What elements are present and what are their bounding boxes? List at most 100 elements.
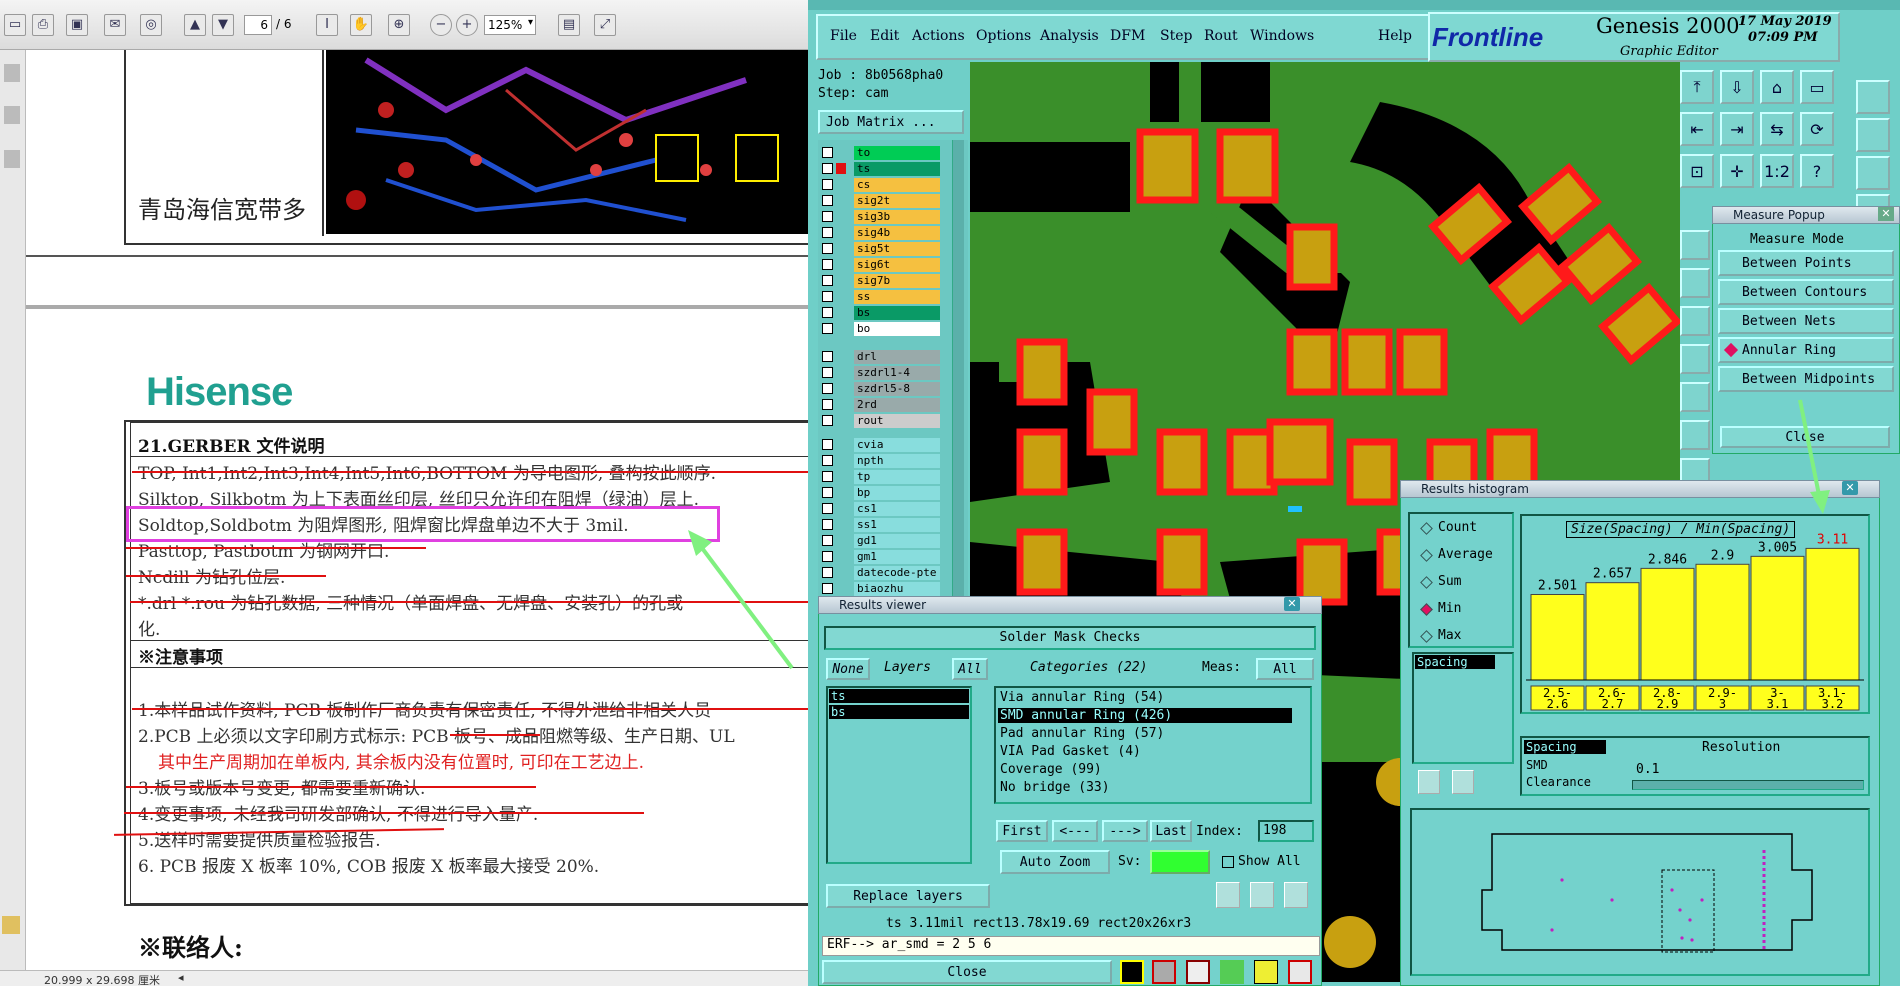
- layer-row-sig6t[interactable]: sig6t: [822, 258, 940, 272]
- job-matrix-button[interactable]: Job Matrix ...: [818, 110, 964, 134]
- category-item[interactable]: Pad annular Ring (57): [998, 726, 1292, 741]
- menu-step[interactable]: Step: [1160, 28, 1192, 44]
- measure-icon[interactable]: [1680, 306, 1710, 336]
- layer-row-to[interactable]: to: [822, 146, 940, 160]
- menu-file[interactable]: File: [830, 28, 857, 44]
- center-icon[interactable]: ✛: [1720, 154, 1754, 188]
- resolution-value[interactable]: 0.1: [1636, 762, 1659, 777]
- right-icon[interactable]: ⇥: [1720, 112, 1754, 146]
- window-icon[interactable]: ▭: [1800, 70, 1834, 104]
- save-icon[interactable]: ▣: [66, 14, 88, 36]
- layer-checkbox[interactable]: [822, 259, 833, 270]
- replace-layers-button[interactable]: Replace layers: [826, 884, 990, 908]
- scroll-left-icon[interactable]: ◂: [178, 971, 184, 984]
- layer-name[interactable]: sig4b: [854, 226, 940, 240]
- layer-name[interactable]: szdrl1-4: [854, 366, 940, 380]
- type-item[interactable]: SMD: [1526, 758, 1548, 772]
- layer-checkbox[interactable]: [822, 179, 833, 190]
- layer-color-swatch[interactable]: [836, 227, 846, 238]
- zoom-in-icon[interactable]: +: [456, 14, 478, 36]
- histogram-icon[interactable]: [1120, 960, 1144, 984]
- layer-row-drl[interactable]: drl: [822, 350, 940, 364]
- sv-color-select[interactable]: [1150, 850, 1210, 874]
- web-icon[interactable]: ◎: [140, 14, 162, 36]
- layer-name[interactable]: ss: [854, 290, 940, 304]
- layer-checkbox[interactable]: [822, 291, 833, 302]
- layer-color-swatch[interactable]: [836, 163, 846, 174]
- home-icon[interactable]: ⌂: [1760, 70, 1794, 104]
- menu-dfm[interactable]: DFM: [1110, 28, 1145, 44]
- del-icon[interactable]: [1418, 770, 1440, 794]
- zoom-tool-icon[interactable]: ⊕: [388, 14, 410, 36]
- layer-checkbox[interactable]: [822, 367, 833, 378]
- bookmark-icon[interactable]: [4, 106, 20, 124]
- type-item[interactable]: Clearance: [1526, 775, 1591, 789]
- select-icon[interactable]: [1680, 230, 1710, 260]
- side-tool-icon[interactable]: [1856, 118, 1890, 152]
- del-icon[interactable]: [1216, 882, 1240, 908]
- layer-name[interactable]: sig7b: [854, 274, 940, 288]
- layer-checkbox[interactable]: [822, 227, 833, 238]
- measure-option[interactable]: Between Points: [1718, 250, 1894, 276]
- question-icon[interactable]: ?: [1800, 154, 1834, 188]
- ref-icon[interactable]: [1452, 770, 1474, 794]
- layer-color-swatch[interactable]: [836, 367, 846, 378]
- layer-checkbox[interactable]: [822, 147, 833, 158]
- layer-color-swatch[interactable]: [836, 243, 846, 254]
- layer-checkbox[interactable]: [822, 323, 833, 334]
- layer-row-sig2t[interactable]: sig2t: [822, 194, 940, 208]
- undo-icon[interactable]: [1284, 882, 1308, 908]
- layer-name[interactable]: to: [854, 146, 940, 160]
- snap-icon[interactable]: [1680, 344, 1710, 374]
- pages-icon[interactable]: [4, 64, 20, 82]
- category-item[interactable]: No bridge (33): [998, 780, 1292, 795]
- layer-color-swatch[interactable]: [836, 275, 846, 286]
- bar-chart-icon[interactable]: [1288, 960, 1312, 984]
- layer-name[interactable]: sig6t: [854, 258, 940, 272]
- resolution-slider[interactable]: [1632, 780, 1864, 790]
- scale-icon[interactable]: 1:2: [1760, 154, 1794, 188]
- side-tool-icon[interactable]: [1856, 156, 1890, 190]
- board-overview[interactable]: [1410, 808, 1870, 976]
- measure-popup-title[interactable]: Measure Popup: [1712, 206, 1900, 224]
- layer-checkbox[interactable]: [822, 195, 833, 206]
- layer-row-sig4b[interactable]: sig4b: [822, 226, 940, 240]
- copy-icon[interactable]: ⇩: [1720, 70, 1754, 104]
- category-item[interactable]: VIA Pad Gasket (4): [998, 744, 1292, 759]
- filter-icon[interactable]: [1186, 960, 1210, 984]
- layer-checkbox[interactable]: [822, 211, 833, 222]
- next-button[interactable]: --->: [1102, 820, 1148, 842]
- menu-help[interactable]: Help: [1378, 28, 1412, 44]
- layer-checkbox[interactable]: [822, 307, 833, 318]
- fit-page-icon[interactable]: ▤: [558, 14, 580, 36]
- category-item[interactable]: SMD annular Ring (426): [998, 708, 1292, 723]
- layer-checkbox[interactable]: [822, 163, 833, 174]
- layer-color-swatch[interactable]: [836, 147, 846, 158]
- result-layer-item[interactable]: bs: [829, 705, 969, 719]
- first-button[interactable]: First: [996, 820, 1048, 842]
- result-layer-item[interactable]: ts: [829, 689, 969, 703]
- menu-options[interactable]: Options: [976, 28, 1031, 44]
- folder-icon[interactable]: ▭: [4, 14, 26, 36]
- layer-row-ss[interactable]: ss: [822, 290, 940, 304]
- align-icon[interactable]: ⤒: [1680, 70, 1714, 104]
- layer-name[interactable]: ts: [854, 162, 940, 176]
- prev-button[interactable]: <---: [1052, 820, 1098, 842]
- side-tool-icon[interactable]: [1856, 80, 1890, 114]
- pencil-icon[interactable]: [4, 150, 20, 168]
- type-item-selected[interactable]: Spacing: [1524, 740, 1606, 754]
- graph-icon[interactable]: [1220, 960, 1244, 984]
- layer-row-sig5t[interactable]: sig5t: [822, 242, 940, 256]
- layer-color-swatch[interactable]: [836, 351, 846, 362]
- layer-color-swatch[interactable]: [836, 291, 846, 302]
- layer-name[interactable]: sig5t: [854, 242, 940, 256]
- list-icon[interactable]: [1254, 960, 1278, 984]
- layer-row-ts[interactable]: ts: [822, 162, 940, 176]
- measure-option[interactable]: Between Contours: [1718, 279, 1894, 305]
- print-icon[interactable]: ⎙: [32, 14, 54, 36]
- zoom-fit-icon[interactable]: ⊡: [1680, 154, 1714, 188]
- ref-icon[interactable]: [1250, 882, 1274, 908]
- layer-name[interactable]: sig3b: [854, 210, 940, 224]
- menu-windows[interactable]: Windows: [1250, 28, 1314, 44]
- flip-icon[interactable]: ⇆: [1760, 112, 1794, 146]
